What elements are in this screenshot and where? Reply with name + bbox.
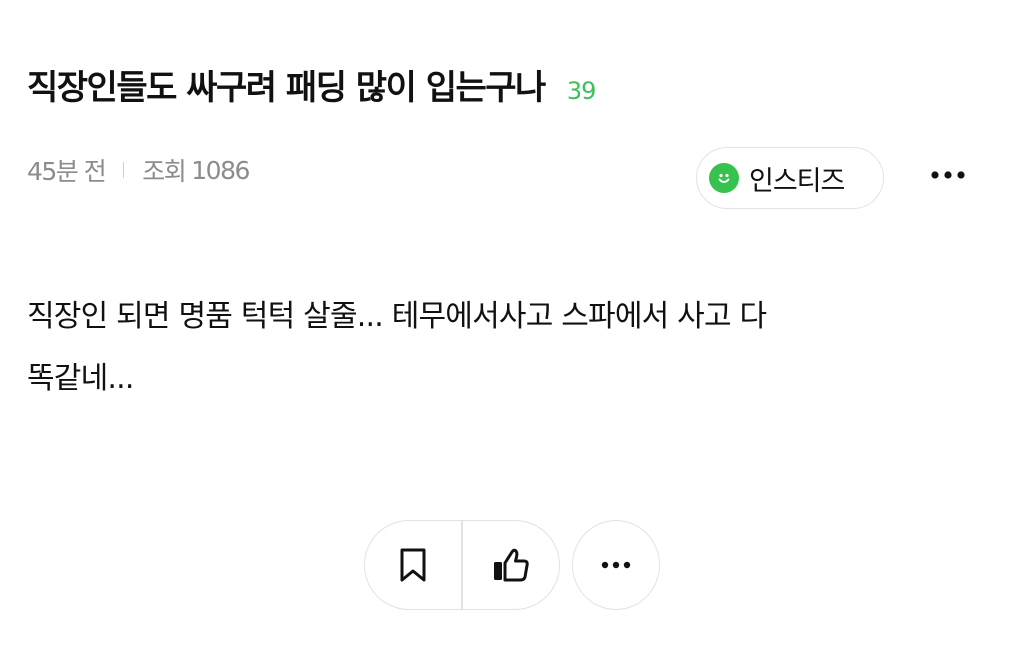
post-more-button[interactable] xyxy=(572,520,660,610)
views-label: 조회 xyxy=(142,157,187,186)
comment-count[interactable]: 39 xyxy=(567,77,597,105)
bookmark-icon xyxy=(400,548,426,582)
post-meta: 45분 전 조회 1086 xyxy=(27,152,250,188)
post-time: 45분 전 xyxy=(27,157,107,186)
more-horizontal-icon xyxy=(931,171,965,179)
post-title: 직장인들도 싸구려 패딩 많이 입는구나 xyxy=(27,68,546,108)
post-action-group xyxy=(364,520,560,610)
views-count: 1086 xyxy=(191,155,250,185)
post-body-line: 똑같네... xyxy=(27,361,134,396)
smile-icon xyxy=(709,163,739,193)
meta-divider xyxy=(123,162,125,178)
channel-name: 인스티즈 xyxy=(749,165,845,197)
like-button[interactable] xyxy=(463,521,559,609)
more-horizontal-icon xyxy=(601,561,631,569)
title-row: 직장인들도 싸구려 패딩 많이 입는구나 39 xyxy=(27,60,597,109)
bookmark-button[interactable] xyxy=(365,521,461,609)
thumbs-up-icon xyxy=(493,548,529,582)
post-body-line: 직장인 되면 명품 턱턱 살줄... 테무에서사고 스파에서 사고 다 xyxy=(27,299,767,334)
post-body: 직장인 되면 명품 턱턱 살줄... 테무에서사고 스파에서 사고 다 똑같네.… xyxy=(27,286,1002,410)
more-options-button[interactable] xyxy=(928,160,968,190)
channel-button[interactable]: 인스티즈 xyxy=(696,147,884,209)
